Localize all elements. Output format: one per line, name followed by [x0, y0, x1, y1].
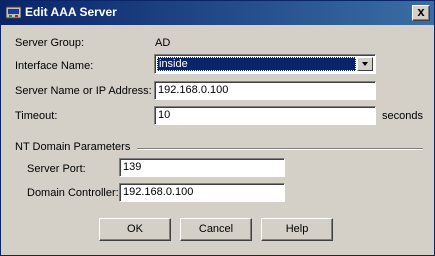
server-port-label: Server Port: [27, 163, 86, 175]
dialog-title: Edit AAA Server [25, 5, 117, 19]
domain-controller-input[interactable]: 192.168.0.100 [119, 183, 285, 202]
timeout-unit-label: seconds [382, 110, 423, 122]
chevron-down-icon[interactable] [357, 57, 373, 71]
server-group-value: AD [155, 37, 171, 49]
server-name-label: Server Name or IP Address: [15, 85, 152, 97]
close-button[interactable]: x [412, 4, 430, 21]
help-button[interactable]: Help [261, 218, 333, 241]
server-name-input[interactable]: 192.168.0.100 [154, 81, 376, 100]
title-bar[interactable]: Edit AAA Server x [1, 1, 434, 25]
close-icon: x [417, 4, 425, 19]
interface-name-selected: inside [157, 57, 356, 71]
interface-name-label: Interface Name: [15, 60, 94, 72]
edit-aaa-server-dialog: Edit AAA Server x Server Group: AD Inter… [0, 0, 435, 256]
interface-name-select[interactable]: inside [154, 54, 376, 74]
cisco-asdm-icon [6, 6, 21, 19]
timeout-label: Timeout: [15, 110, 58, 122]
cancel-button[interactable]: Cancel [180, 218, 252, 241]
server-port-input[interactable]: 139 [119, 158, 285, 177]
timeout-input[interactable]: 10 [154, 106, 376, 125]
domain-controller-label: Domain Controller: [27, 187, 119, 199]
server-group-label: Server Group: [15, 37, 85, 49]
group-divider [137, 148, 423, 150]
ok-button[interactable]: OK [99, 218, 171, 241]
nt-domain-group-title: NT Domain Parameters [15, 141, 131, 153]
